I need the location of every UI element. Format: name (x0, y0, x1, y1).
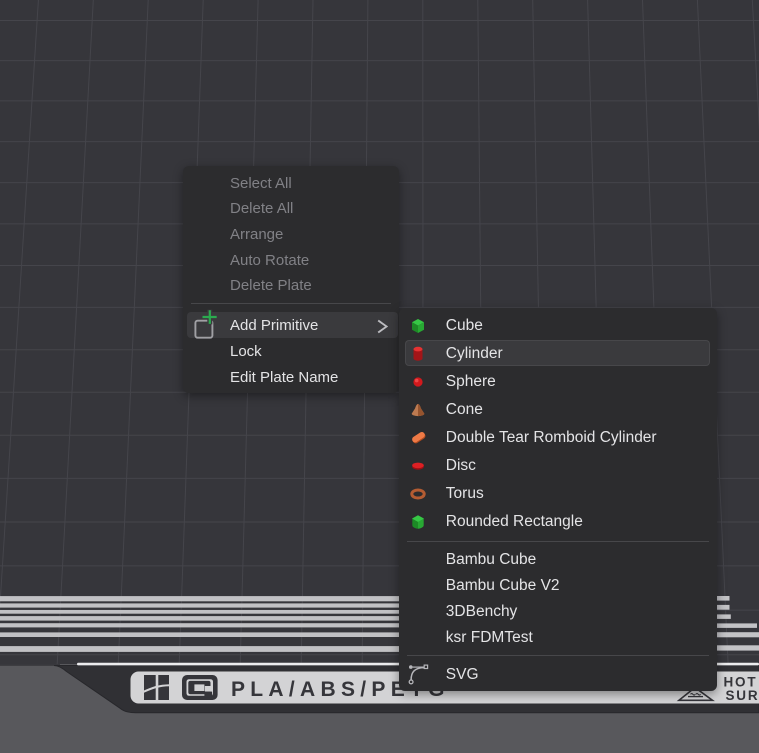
svg-text:SURF: SURF (726, 688, 759, 703)
